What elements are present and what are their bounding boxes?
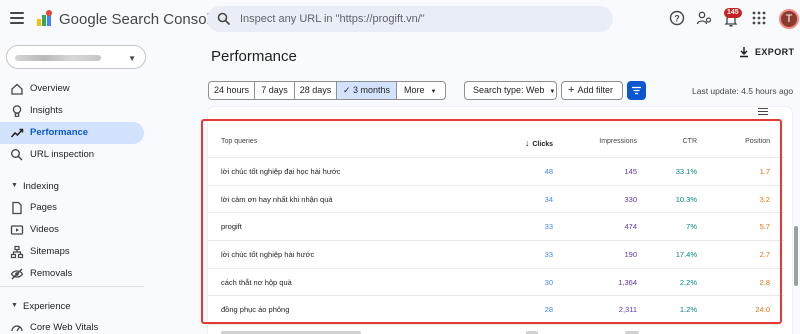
filter-icon <box>632 86 641 95</box>
app-title[interactable]: Google Search Console <box>59 11 218 28</box>
videos-icon <box>10 225 24 235</box>
sidebar-section-experience[interactable]: ▼ Experience <box>0 299 144 315</box>
url-inspect-search-input[interactable]: Inspect any URL in "https://progift.vn/" <box>207 6 613 32</box>
search-icon <box>217 12 231 26</box>
sidebar-item-pages[interactable]: Pages <box>0 197 144 219</box>
range-7-days[interactable]: 7 days <box>254 81 295 100</box>
search-console-logo-icon <box>37 10 52 26</box>
range-3-months[interactable]: ✓ 3 months <box>336 81 397 100</box>
table-filter-menu-icon[interactable] <box>758 108 768 117</box>
filter-settings-button[interactable] <box>627 81 646 100</box>
sidebar-item-performance[interactable]: Performance <box>0 122 144 144</box>
sidebar-section-indexing[interactable]: ▼ Indexing <box>0 179 144 195</box>
chevron-down-icon: ▼ <box>128 54 136 63</box>
apps-grid-icon[interactable] <box>751 10 767 26</box>
range-24-hours[interactable]: 24 hours <box>208 81 255 100</box>
lightbulb-icon <box>12 105 22 117</box>
pages-icon <box>12 201 22 215</box>
scrollbar[interactable] <box>794 226 798 286</box>
menu-icon[interactable] <box>10 12 24 24</box>
sidebar-item-insights[interactable]: Insights <box>0 100 144 122</box>
plus-icon: + <box>568 84 575 96</box>
sidebar-item-videos[interactable]: Videos <box>0 219 144 241</box>
sidebar: ▼ Overview Insights Performance URL insp… <box>0 38 200 334</box>
search-placeholder: Inspect any URL in "https://progift.vn/" <box>240 13 425 25</box>
download-icon <box>740 47 748 58</box>
range-28-days[interactable]: 28 days <box>294 81 337 100</box>
sidebar-item-overview[interactable]: Overview <box>0 78 144 100</box>
table-row-partial <box>208 324 784 334</box>
trending-up-icon <box>10 128 24 138</box>
help-icon[interactable]: ? <box>669 10 685 26</box>
removals-icon <box>10 268 24 280</box>
property-selector[interactable]: ▼ <box>6 45 146 69</box>
search-icon <box>11 149 23 161</box>
home-icon <box>11 83 23 95</box>
search-type-chip[interactable]: Search type: Web ▼ <box>464 81 557 100</box>
check-icon: ✓ <box>342 85 353 95</box>
sidebar-item-core-web-vitals[interactable]: Core Web Vitals <box>0 317 144 334</box>
page-title: Performance <box>211 48 297 65</box>
notification-count-badge: 145 <box>724 8 742 18</box>
chevron-down-icon: ▼ <box>549 89 556 95</box>
sidebar-divider <box>0 286 144 287</box>
sitemap-icon <box>10 245 24 259</box>
avatar[interactable]: T <box>779 9 799 29</box>
highlight-annotation-box <box>201 119 782 324</box>
property-name-redacted <box>15 55 101 61</box>
sidebar-item-sitemaps[interactable]: Sitemaps <box>0 241 144 263</box>
manage-users-icon[interactable] <box>696 10 712 26</box>
sidebar-item-url-inspection[interactable]: URL inspection <box>0 144 144 166</box>
collapse-arrow-icon: ▼ <box>11 302 18 309</box>
range-more-dropdown[interactable]: More ▼ <box>396 81 446 100</box>
export-button[interactable]: EXPORT <box>755 47 794 57</box>
top-bar: Google Search Console Inspect any URL in… <box>0 0 800 38</box>
chevron-down-icon: ▼ <box>430 89 437 95</box>
add-filter-button[interactable]: + Add filter <box>561 81 623 100</box>
collapse-arrow-icon: ▼ <box>11 182 18 189</box>
last-update-text: Last update: 4.5 hours ago <box>692 86 794 96</box>
svg-text:?: ? <box>674 14 680 24</box>
sidebar-item-removals[interactable]: Removals <box>0 263 144 285</box>
gauge-icon <box>11 325 23 332</box>
